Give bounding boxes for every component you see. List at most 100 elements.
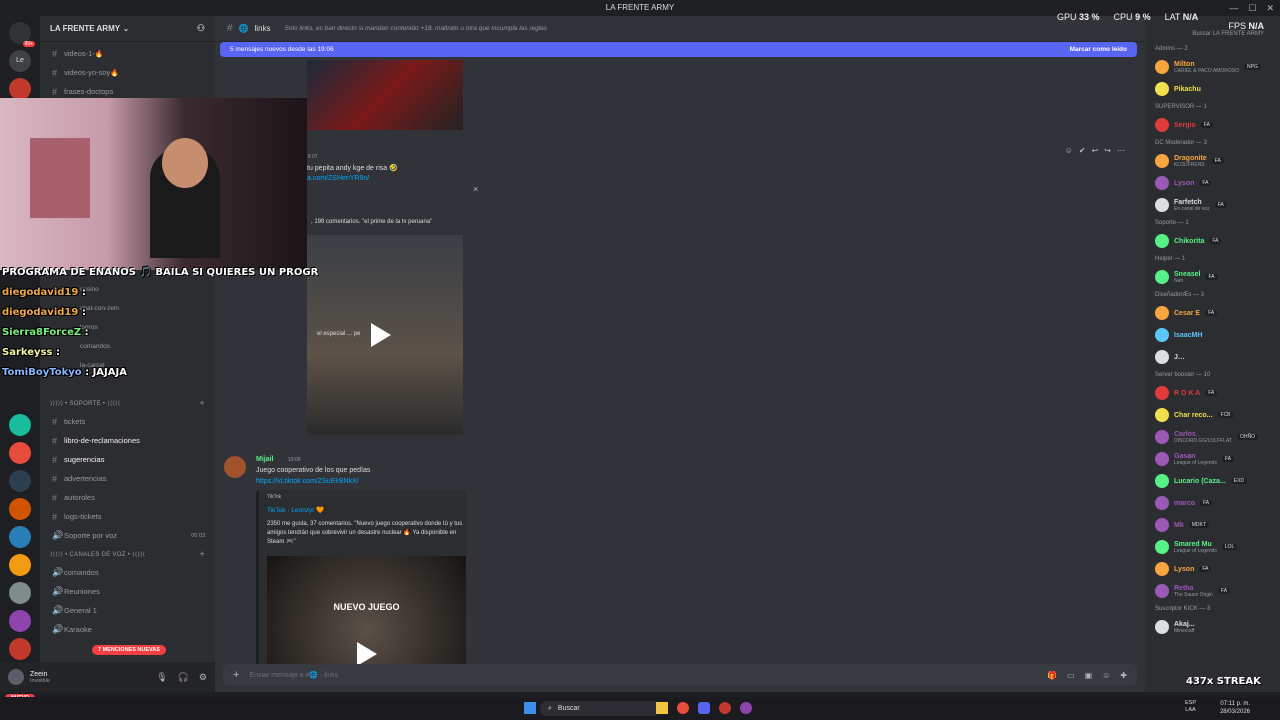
- message-composer[interactable]: + Enviar mensaje a #🌐 · links 🎁 ▭ ▣ ☺ ✚: [223, 664, 1137, 686]
- channel-item[interactable]: # tickets: [40, 412, 215, 431]
- gif-icon[interactable]: ▭: [1067, 671, 1075, 680]
- member-item[interactable]: Akaj... Minecraft: [1145, 616, 1280, 638]
- avatar[interactable]: [8, 669, 24, 685]
- server-icon-le[interactable]: Le: [9, 50, 31, 72]
- member-item[interactable]: Cesar E FA: [1145, 302, 1280, 324]
- member-item[interactable]: marco FA: [1145, 492, 1280, 514]
- avatar[interactable]: [1155, 176, 1169, 190]
- avatar[interactable]: [1155, 496, 1169, 510]
- reply-icon[interactable]: ↩: [1092, 146, 1099, 155]
- message-link[interactable]: a.com/ZSHenYR9n/: [307, 175, 369, 182]
- video-thumbnail[interactable]: el especial ... pe: [307, 235, 463, 435]
- avatar[interactable]: [1155, 518, 1169, 532]
- channel-item[interactable]: # videos-1- 🔥: [40, 44, 215, 63]
- avatar[interactable]: [1155, 562, 1169, 576]
- add-friend-icon[interactable]: ⚇: [197, 23, 205, 34]
- member-item[interactable]: Lyson FA: [1145, 172, 1280, 194]
- avatar[interactable]: [1155, 452, 1169, 466]
- forward-icon[interactable]: ↪: [1104, 146, 1111, 155]
- close-icon[interactable]: ✕: [1266, 0, 1274, 16]
- mark-read-button[interactable]: Marcar como leído: [1070, 46, 1127, 53]
- avatar[interactable]: [1155, 270, 1169, 284]
- add-channel-icon[interactable]: +: [199, 398, 205, 408]
- server-icon[interactable]: [9, 498, 31, 520]
- server-icon[interactable]: [9, 470, 31, 492]
- gift-icon[interactable]: 🎁: [1047, 671, 1057, 680]
- avatar[interactable]: [1155, 82, 1169, 96]
- headphones-icon[interactable]: 🎧: [178, 672, 189, 683]
- taskbar-search[interactable]: ⌕ Buscar: [540, 701, 660, 716]
- channel-item[interactable]: # logs-tickets: [40, 507, 215, 526]
- add-attachment-icon[interactable]: +: [233, 669, 239, 681]
- category-soporte[interactable]: ⟩⟩⟩⟩⟩ • SOPORTE • ⟨⟨⟨⟨⟨ +: [40, 394, 215, 412]
- discord-icon[interactable]: [698, 702, 710, 714]
- message-author[interactable]: Mijail: [256, 456, 274, 463]
- voice-channel-item[interactable]: 🔊 General 1: [40, 601, 215, 620]
- avatar[interactable]: [1155, 540, 1169, 554]
- avatar[interactable]: [1155, 234, 1169, 248]
- server-icon[interactable]: [9, 78, 31, 100]
- message-link[interactable]: https://vt.tiktok.com/ZSuEkBNkX/: [256, 478, 359, 485]
- microphone-icon[interactable]: 🎙: [156, 672, 167, 683]
- emoji-icon[interactable]: ☺: [1102, 671, 1110, 680]
- member-item[interactable]: Mk MDKT: [1145, 514, 1280, 536]
- member-item[interactable]: IsaacMH: [1145, 324, 1280, 346]
- checkmark-icon[interactable]: ✔: [1079, 146, 1086, 155]
- server-icon[interactable]: [9, 610, 31, 632]
- minimize-icon[interactable]: —: [1229, 0, 1238, 16]
- embed-image[interactable]: [307, 60, 463, 130]
- play-icon[interactable]: [371, 323, 391, 347]
- voice-channel-item[interactable]: 🔊 Reuniones: [40, 582, 215, 601]
- server-header[interactable]: LA FRENTE ARMY ⌄ ⚇: [40, 16, 215, 42]
- category-voz[interactable]: ⟩⟩⟩⟩⟩ • CANALES DE VOZ • ⟨⟨⟨⟨⟨ +: [40, 545, 215, 563]
- voice-channel-item[interactable]: 🔊 comandos: [40, 563, 215, 582]
- server-icon[interactable]: [9, 526, 31, 548]
- avatar[interactable]: [1155, 386, 1169, 400]
- channel-item[interactable]: # autoroles: [40, 488, 215, 507]
- avatar[interactable]: [1155, 328, 1169, 342]
- chrome-icon[interactable]: [677, 702, 689, 714]
- maximize-icon[interactable]: ☐: [1248, 0, 1256, 16]
- avatar[interactable]: [1155, 408, 1169, 422]
- video-thumbnail[interactable]: NUEVO JUEGO: [267, 556, 466, 680]
- member-item[interactable]: Lyson FA: [1145, 558, 1280, 580]
- mentions-pill[interactable]: 7 MENCIONES NUEVAS: [92, 645, 166, 655]
- avatar[interactable]: [1155, 118, 1169, 132]
- direct-messages-icon[interactable]: 99+: [9, 22, 35, 47]
- file-explorer-icon[interactable]: [656, 702, 668, 714]
- new-messages-bar[interactable]: 5 mensajes nuevos desde las 19:06 Marcar…: [220, 42, 1137, 57]
- windows-start-icon[interactable]: [524, 702, 536, 714]
- avatar[interactable]: [1155, 198, 1169, 212]
- avatar[interactable]: [1155, 474, 1169, 488]
- server-icon[interactable]: [9, 582, 31, 604]
- avatar[interactable]: [1155, 306, 1169, 320]
- voice-channel-item[interactable]: 🔊 Soporte por voz 00 03: [40, 526, 215, 545]
- search-input[interactable]: Buscar LA FRENTE ARMY: [1155, 31, 1270, 37]
- server-icon[interactable]: [9, 414, 31, 436]
- avatar[interactable]: [1155, 430, 1169, 444]
- member-item[interactable]: Carlos_ DISCORD.GG/LOLFFLAT OHÑO: [1145, 426, 1280, 448]
- channel-item[interactable]: # sugerencias: [40, 450, 215, 469]
- member-item[interactable]: Chikorita FA: [1145, 230, 1280, 252]
- member-item[interactable]: Sergio FA: [1145, 114, 1280, 136]
- avatar[interactable]: [1155, 584, 1169, 598]
- apps-icon[interactable]: ✚: [1120, 671, 1127, 680]
- language-indicator[interactable]: ESP LAA: [1185, 700, 1196, 714]
- server-icon[interactable]: [9, 638, 31, 660]
- member-item[interactable]: R O K A FA: [1145, 382, 1280, 404]
- member-item[interactable]: Sneasel Nah FA: [1145, 266, 1280, 288]
- message-input[interactable]: Enviar mensaje a #🌐 · links: [249, 671, 338, 679]
- play-icon[interactable]: [357, 642, 377, 666]
- app-icon[interactable]: [740, 702, 752, 714]
- member-item[interactable]: Lucario (Caza... EXD: [1145, 470, 1280, 492]
- avatar[interactable]: [1155, 60, 1169, 74]
- avatar[interactable]: [1155, 350, 1169, 364]
- member-item[interactable]: Farfetch En canal de voz FA: [1145, 194, 1280, 216]
- member-item[interactable]: Smared Mu League of Legends LOL: [1145, 536, 1280, 558]
- channel-item[interactable]: # advertencias: [40, 469, 215, 488]
- member-item[interactable]: J…: [1145, 346, 1280, 368]
- add-channel-icon[interactable]: +: [199, 549, 205, 559]
- avatar[interactable]: [1155, 620, 1169, 634]
- member-item[interactable]: Pikachu: [1145, 78, 1280, 100]
- avatar[interactable]: [1155, 154, 1169, 168]
